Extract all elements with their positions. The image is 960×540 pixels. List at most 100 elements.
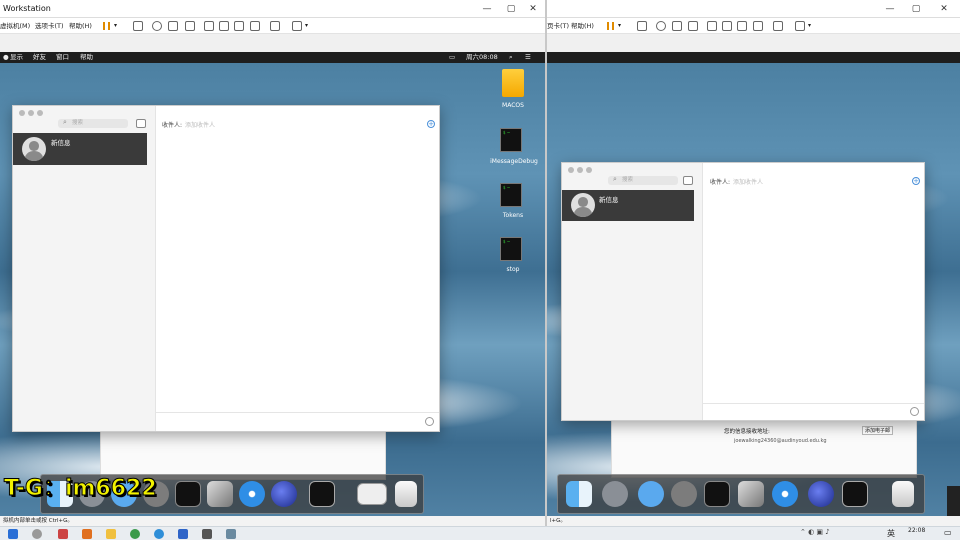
traffic-lights[interactable] — [19, 110, 46, 118]
task-view-icon[interactable] — [58, 529, 68, 539]
window-preview-icon[interactable] — [357, 483, 387, 505]
emoji-icon[interactable] — [425, 417, 434, 426]
chrome-icon[interactable] — [130, 529, 140, 539]
send-keys-icon[interactable] — [637, 21, 647, 31]
search-icon[interactable]: ⌕ — [509, 52, 513, 63]
conversation-row[interactable]: 新信息 — [13, 133, 147, 165]
drive-icon[interactable] — [502, 69, 524, 97]
to-input[interactable]: 添加收件人 — [733, 179, 763, 186]
stretch-icon[interactable] — [292, 21, 302, 31]
snapshot-icon[interactable] — [656, 21, 666, 31]
console-view-icon[interactable] — [722, 21, 732, 31]
fullscreen-icon[interactable] — [234, 21, 244, 31]
add-contact-icon[interactable]: + — [912, 177, 920, 185]
terminal-icon[interactable] — [842, 481, 868, 507]
to-field[interactable]: 收件人: 添加收件人 — [710, 177, 763, 186]
display-icon[interactable]: ▭ — [449, 52, 455, 63]
minimize-button[interactable]: — — [474, 0, 500, 18]
ime-indicator[interactable]: 英 — [887, 528, 895, 539]
revert-icon[interactable] — [672, 21, 682, 31]
menu-help[interactable]: 帮助(H) — [69, 18, 92, 34]
launchpad-icon[interactable] — [602, 481, 628, 507]
clock[interactable]: 22:08 — [908, 527, 925, 534]
chevron-down-icon[interactable]: ▾ — [808, 18, 811, 34]
terminal-icon[interactable] — [773, 21, 783, 31]
chevron-down-icon[interactable]: ▾ — [618, 18, 621, 34]
edge-icon[interactable] — [154, 529, 164, 539]
terminal-file-icon[interactable] — [500, 128, 522, 152]
maximize-button[interactable]: ▢ — [903, 0, 929, 18]
to-field[interactable]: 收件人: 添加收件人 — [162, 120, 215, 129]
desktop-icon-label[interactable]: iMessageDebug — [484, 158, 544, 165]
console-view-icon[interactable] — [219, 21, 229, 31]
menu-tabs[interactable]: 选项卡(T) — [35, 18, 64, 34]
messages-icon[interactable] — [638, 481, 664, 507]
compose-icon[interactable] — [683, 176, 693, 185]
chevron-down-icon[interactable]: ▾ — [114, 18, 117, 34]
activity-monitor-icon[interactable] — [704, 481, 730, 507]
search-input[interactable]: 搜索 — [608, 176, 678, 185]
terminal-icon[interactable] — [309, 481, 335, 507]
menu-friends[interactable]: 好友 — [33, 52, 46, 63]
menu-window[interactable]: 窗口 — [56, 52, 69, 63]
start-icon[interactable] — [8, 529, 18, 539]
add-email-button[interactable]: 添加电子邮 — [862, 426, 894, 435]
explorer-icon[interactable] — [106, 529, 116, 539]
menu-display[interactable]: 显示 — [10, 52, 23, 63]
app-icon[interactable] — [202, 529, 212, 539]
menu-tabs[interactable]: 页卡(T) — [547, 18, 569, 34]
list-icon[interactable]: ☰ — [525, 52, 531, 63]
chevron-down-icon[interactable]: ▾ — [305, 18, 308, 34]
compose-icon[interactable] — [136, 119, 146, 128]
trash-icon[interactable] — [395, 481, 417, 507]
search-icon[interactable] — [32, 529, 42, 539]
network-utility-icon[interactable] — [207, 481, 233, 507]
manage-snapshot-icon[interactable] — [688, 21, 698, 31]
notification-icon[interactable]: ▭ — [944, 528, 952, 537]
send-keys-icon[interactable] — [133, 21, 143, 31]
traffic-lights[interactable] — [568, 167, 595, 175]
app-icon[interactable] — [178, 529, 188, 539]
clock[interactable]: 周六08:08 — [466, 52, 498, 63]
to-input[interactable]: 添加收件人 — [185, 122, 215, 129]
menu-help[interactable]: 帮助(H) — [571, 18, 594, 34]
safari-icon[interactable] — [772, 481, 798, 507]
pause-icon[interactable] — [607, 22, 614, 30]
safari-icon[interactable] — [239, 481, 265, 507]
menu-vm[interactable]: 虚拟机(M) — [0, 18, 30, 34]
activity-monitor-icon[interactable] — [175, 481, 201, 507]
search-input[interactable]: 搜索 — [58, 119, 128, 128]
terminal-file-icon[interactable] — [500, 237, 522, 261]
revert-icon[interactable] — [168, 21, 178, 31]
menu-help[interactable]: 帮助 — [80, 52, 93, 63]
desktop-icon-label[interactable]: stop — [490, 266, 536, 273]
trash-icon[interactable] — [892, 481, 914, 507]
network-icon[interactable] — [808, 481, 834, 507]
unity-icon[interactable] — [250, 21, 260, 31]
desktop-icon-label[interactable]: Tokens — [490, 212, 536, 219]
pause-icon[interactable] — [103, 22, 110, 30]
fullscreen-icon[interactable] — [737, 21, 747, 31]
unity-icon[interactable] — [753, 21, 763, 31]
emoji-icon[interactable] — [910, 407, 919, 416]
manage-snapshot-icon[interactable] — [185, 21, 195, 31]
system-preferences-icon[interactable] — [671, 481, 697, 507]
snapshot-icon[interactable] — [152, 21, 162, 31]
terminal-icon[interactable] — [270, 21, 280, 31]
app-icon[interactable] — [82, 529, 92, 539]
tray-icons[interactable]: ⌃ ◐ ▣ ♪ — [800, 528, 830, 536]
close-button[interactable]: ✕ — [931, 0, 957, 18]
sidebar-icon[interactable] — [204, 21, 214, 31]
close-button[interactable]: ✕ — [520, 0, 546, 18]
terminal-file-icon[interactable] — [500, 183, 522, 207]
network-utility-icon[interactable] — [738, 481, 764, 507]
desktop-icon-label[interactable]: MACOS — [490, 102, 536, 109]
apple-icon[interactable]: ● — [3, 52, 9, 63]
conversation-row[interactable]: 新信息 — [562, 190, 694, 221]
add-contact-icon[interactable]: + — [427, 120, 435, 128]
minimize-button[interactable]: — — [877, 0, 903, 18]
finder-icon[interactable] — [566, 481, 592, 507]
network-icon[interactable] — [271, 481, 297, 507]
vmware-icon[interactable] — [226, 529, 236, 539]
sidebar-icon[interactable] — [707, 21, 717, 31]
